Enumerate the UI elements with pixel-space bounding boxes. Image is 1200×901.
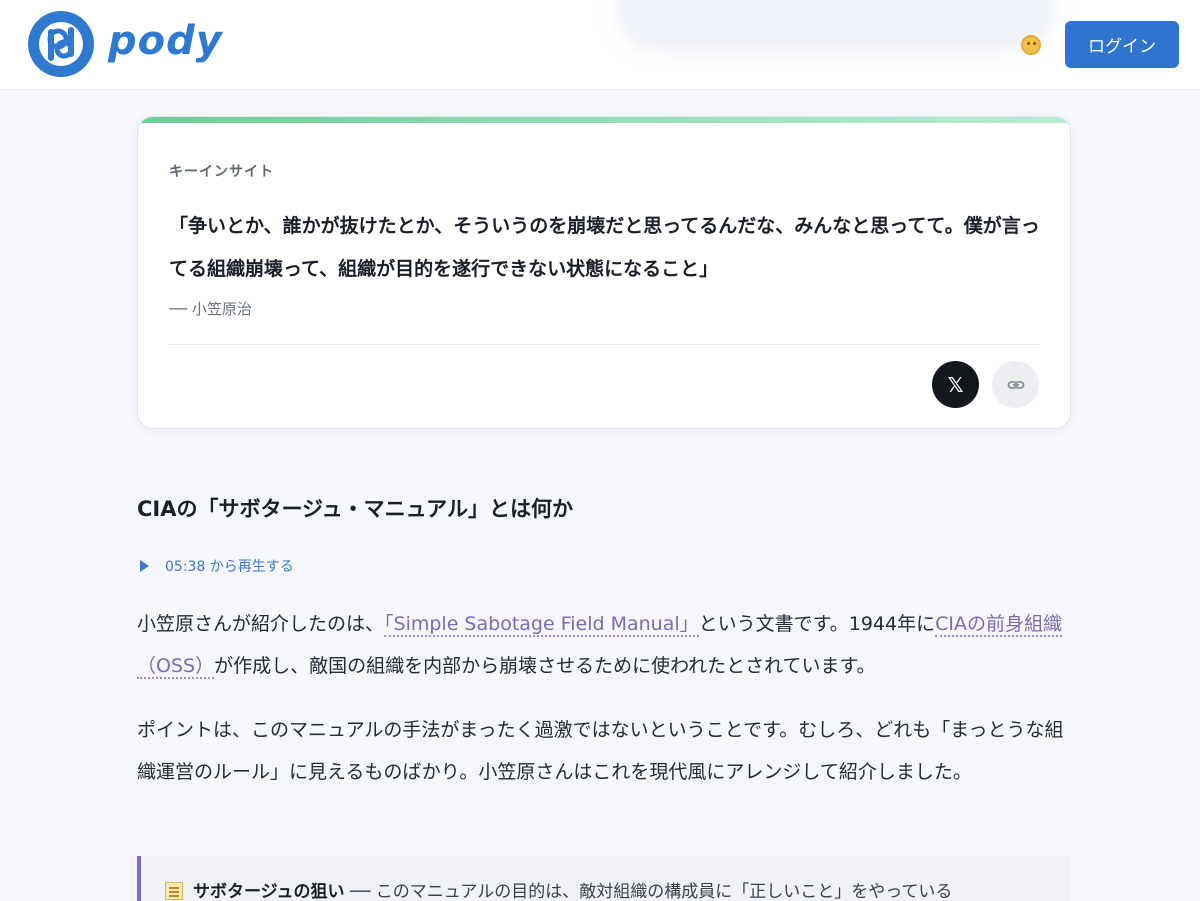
memo-icon: [165, 882, 183, 900]
quote-author: ── 小笠原治: [169, 300, 252, 318]
play-label: 05:38 から再生する: [165, 559, 294, 575]
logo-text: pody: [108, 18, 223, 64]
section-title: CIAの「サボタージュ・マニュアル」とは何か: [137, 497, 573, 521]
header-search-glow: [620, 0, 1050, 40]
card-accent-bar: [138, 117, 1070, 123]
para1-text-1: 小笠原さんが紹介したのは、: [137, 613, 385, 635]
para1-text-2: という文書です。1944年に: [698, 613, 936, 635]
site-logo[interactable]: pody: [28, 11, 223, 77]
para1-text-3: が作成し、敵国の組織を内部から崩壊させるために使われたとされています。: [214, 655, 876, 677]
card-divider: [169, 344, 1040, 345]
link-icon: [1007, 380, 1024, 389]
paragraph-point: ポイントは、このマニュアルの手法がまったく過激ではないということです。むしろ、ど…: [137, 719, 1064, 783]
key-insight-card: キーインサイト 「争いとか、誰かが抜けたとか、そういうのを崩壊だと思ってるんだな…: [137, 116, 1071, 429]
insight-quote: 「争いとか、誰かが抜けたとか、そういうのを崩壊だと思ってるんだな、みんなと思って…: [169, 215, 1040, 280]
card-label: キーインサイト: [169, 164, 274, 180]
callout-title: サボタージュの狙い: [193, 882, 345, 901]
callout-text: ── このマニュアルの目的は、敵対組織の構成員に「正しいこと」をやっている: [344, 882, 953, 901]
site-header: pody ログイン: [0, 0, 1200, 90]
paragraph-intro: 小笠原さんが紹介したのは、「Simple Sabotage Field Manu…: [137, 603, 1071, 687]
callout-box: サボタージュの狙い ── このマニュアルの目的は、敵対組織の構成員に「正しいこと…: [137, 856, 1071, 901]
copy-link-button[interactable]: [992, 361, 1039, 408]
play-icon: [140, 560, 149, 572]
theme-toggle-icon[interactable]: [1021, 35, 1041, 55]
share-x-button[interactable]: 𝕏: [932, 361, 979, 408]
link-sabotage-manual[interactable]: 「Simple Sabotage Field Manual」: [384, 613, 699, 637]
x-logo-icon: 𝕏: [947, 372, 964, 397]
pody-logo-icon: [28, 11, 94, 77]
login-button[interactable]: ログイン: [1065, 21, 1179, 68]
play-from-timestamp-link[interactable]: 05:38 から再生する: [140, 556, 294, 576]
